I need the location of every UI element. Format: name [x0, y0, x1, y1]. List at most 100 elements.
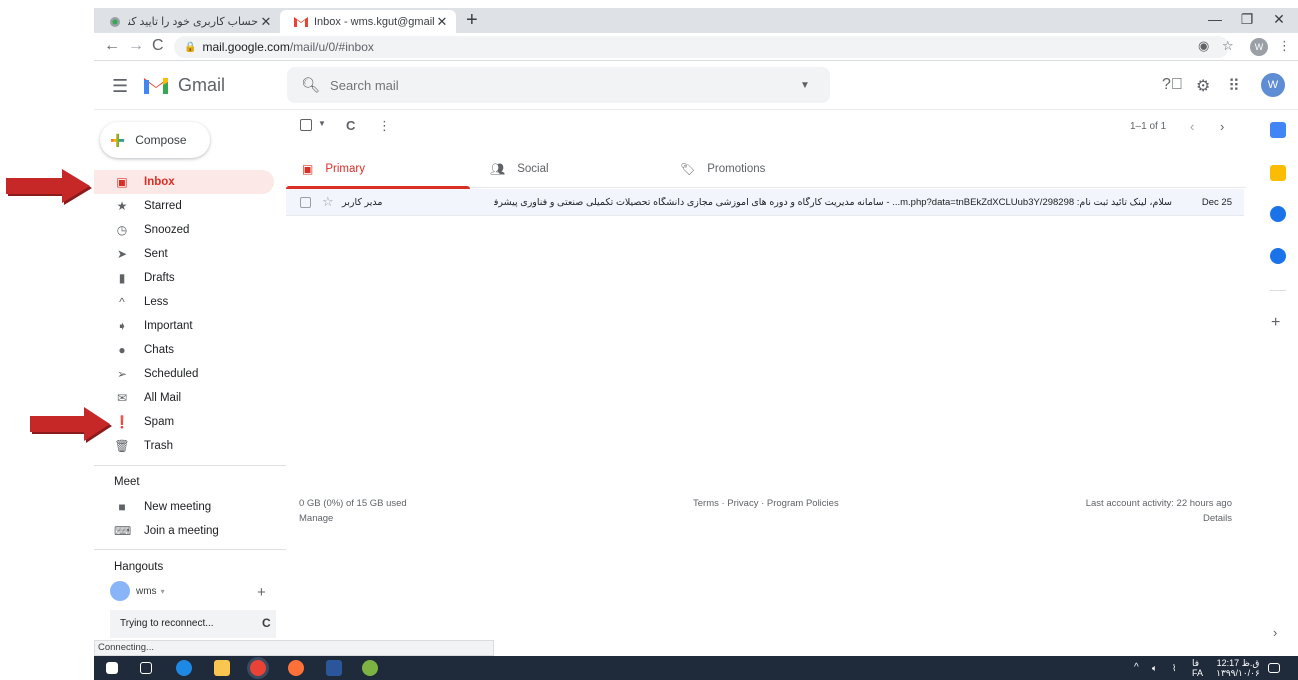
- refresh-icon[interactable]: C: [346, 118, 355, 133]
- settings-icon[interactable]: ⚙: [1196, 76, 1210, 96]
- browser-tab-inbox[interactable]: Inbox - wms.kgut@gmail.com - ( ✕: [280, 10, 456, 33]
- row-checkbox[interactable]: [300, 197, 311, 208]
- people-icon: 👥︎: [490, 162, 506, 176]
- hangouts-user[interactable]: wms ▾: [110, 581, 165, 601]
- window-close-icon[interactable]: ✕: [1264, 8, 1294, 30]
- keep-icon[interactable]: [1270, 165, 1286, 181]
- sidebar-item-drafts[interactable]: ▮ Drafts: [94, 266, 274, 290]
- sidebar-item-label: Spam: [144, 416, 175, 428]
- calendar-icon[interactable]: [1270, 122, 1286, 138]
- network-icon[interactable]: ⌇: [1172, 663, 1176, 673]
- account-avatar[interactable]: W: [1261, 73, 1285, 97]
- language-indicator[interactable]: فا FA: [1192, 658, 1203, 678]
- older-icon[interactable]: ›: [1220, 119, 1224, 134]
- sidebar-item-trash[interactable]: 🗑︎ Trash: [94, 434, 274, 458]
- tab-close-icon[interactable]: ✕: [434, 14, 450, 30]
- table-row[interactable]: ☆ مدیر کاربر سلام، لینک تائید ثبت نام: m…: [286, 189, 1244, 216]
- search-box: 🔍︎ ▼: [287, 67, 830, 103]
- sidebar-item-important[interactable]: ➧ Important: [94, 314, 274, 338]
- details-link[interactable]: Details: [1060, 511, 1232, 526]
- add-addon-icon[interactable]: +: [1271, 314, 1280, 332]
- compose-label: Compose: [135, 133, 187, 147]
- word-icon[interactable]: [326, 660, 342, 676]
- tag-icon: 🏷︎: [680, 162, 696, 176]
- app-icon[interactable]: [362, 660, 378, 676]
- url-path: /mail/u/0/#inbox: [289, 40, 374, 54]
- storage-text: 0 GB (0%) of 15 GB used: [299, 498, 407, 509]
- windows-start-icon[interactable]: [106, 662, 118, 674]
- sidebar-item-label: Important: [144, 320, 193, 332]
- volume-icon[interactable]: 🔈︎: [1152, 663, 1157, 673]
- task-view-icon[interactable]: [140, 662, 152, 674]
- add-contact-icon[interactable]: +: [257, 584, 266, 601]
- search-input[interactable]: [330, 77, 791, 93]
- refresh-icon[interactable]: C: [262, 616, 271, 630]
- notification-icon[interactable]: [1268, 663, 1280, 673]
- pagination-text: 1–1 of 1: [1130, 121, 1167, 132]
- new-tab-button[interactable]: +: [466, 10, 478, 30]
- star-icon[interactable]: ☆: [322, 194, 334, 210]
- contacts-icon[interactable]: [1270, 248, 1286, 264]
- sidebar-item-less[interactable]: ^ Less: [94, 290, 274, 314]
- newer-icon[interactable]: ‹: [1190, 119, 1194, 134]
- reconnect-text: Trying to reconnect...: [120, 618, 214, 629]
- join-meeting-item[interactable]: ⌨ Join a meeting: [94, 519, 274, 543]
- sidebar-item-scheduled[interactable]: ➢ Scheduled: [94, 362, 274, 386]
- browser-menu-icon[interactable]: ⋮: [1278, 38, 1291, 54]
- search-icon[interactable]: 🔍︎: [301, 76, 320, 94]
- firefox-icon[interactable]: [288, 660, 304, 676]
- more-options-icon[interactable]: ⋮: [378, 118, 391, 134]
- url-field[interactable]: 🔒 mail.google.com /mail/u/0/#inbox: [174, 36, 1229, 58]
- tab-close-icon[interactable]: ✕: [258, 14, 274, 30]
- sidebar-divider: [94, 465, 286, 466]
- restore-icon[interactable]: ❐: [1232, 8, 1262, 30]
- tab-social[interactable]: 👥︎ Social: [474, 150, 658, 188]
- tab-primary[interactable]: ▣ Primary: [286, 150, 470, 189]
- sidebar-item-inbox[interactable]: ▣ Inbox: [94, 170, 274, 194]
- reload-icon[interactable]: C: [152, 37, 164, 55]
- apps-icon[interactable]: ⠿: [1228, 76, 1240, 96]
- email-subject: سلام، لینک تائید ثبت نام: m.php?data=tnB…: [494, 197, 1172, 208]
- new-meeting-label: New meeting: [144, 501, 212, 513]
- select-all-checkbox[interactable]: [300, 119, 312, 131]
- search-options-icon[interactable]: ▼: [800, 80, 810, 91]
- sidebar-item-label: Scheduled: [144, 368, 199, 380]
- back-icon[interactable]: ←: [104, 37, 120, 55]
- eye-icon[interactable]: ◉: [1198, 38, 1209, 54]
- sidebar-item-starred[interactable]: ★ Starred: [94, 194, 274, 218]
- forward-icon[interactable]: →: [128, 37, 144, 55]
- bookmark-star-icon[interactable]: ☆: [1222, 38, 1234, 54]
- gmail-logo[interactable]: Gmail: [142, 74, 225, 96]
- policy-links[interactable]: Terms · Privacy · Program Policies: [693, 496, 839, 511]
- compose-button[interactable]: + Compose: [100, 122, 210, 158]
- sidebar-divider: [94, 549, 286, 550]
- edge-icon[interactable]: [176, 660, 192, 676]
- help-icon[interactable]: ?⃝: [1162, 76, 1183, 94]
- minimize-icon[interactable]: —: [1200, 8, 1230, 30]
- mail-icon: ✉: [116, 391, 128, 405]
- tray-chevron-icon[interactable]: ^: [1134, 663, 1139, 673]
- tasks-icon[interactable]: [1270, 206, 1286, 222]
- browser-tab-verify[interactable]: حساب کاربری خود را تایید کنید ✕: [94, 10, 280, 33]
- sidebar-item-all-mail[interactable]: ✉ All Mail: [94, 386, 274, 410]
- tab-promotions[interactable]: 🏷︎ Promotions: [664, 150, 848, 188]
- main-menu-icon[interactable]: ☰: [112, 76, 128, 97]
- manage-link[interactable]: Manage: [299, 511, 407, 526]
- sidebar-item-spam[interactable]: ❗ Spam: [94, 410, 274, 434]
- sidebar-item-sent[interactable]: ➤ Sent: [94, 242, 274, 266]
- join-meeting-label: Join a meeting: [144, 525, 219, 537]
- new-meeting-item[interactable]: ■ New meeting: [94, 495, 274, 519]
- policy-links-text: Terms · Privacy · Program Policies: [693, 498, 839, 509]
- expand-panel-icon[interactable]: ›: [1273, 625, 1277, 640]
- browser-profile-avatar[interactable]: W: [1250, 38, 1268, 56]
- file-explorer-icon[interactable]: [214, 660, 230, 676]
- panel-divider: [1270, 290, 1286, 291]
- clock[interactable]: 12:17 ق.ظ ۱۳۹۹/۱۰/۰۶: [1214, 658, 1262, 678]
- sidebar-item-chats[interactable]: ● Chats: [94, 338, 274, 362]
- chrome-icon[interactable]: [250, 660, 266, 676]
- sidebar-item-snoozed[interactable]: ◷ Snoozed: [94, 218, 274, 242]
- sidebar-item-label: All Mail: [144, 392, 182, 404]
- mail-toolbar: ▼ C ⋮ 1–1 of 1 ‹ ›: [300, 118, 1244, 138]
- tab-label: Promotions: [707, 163, 766, 175]
- select-dropdown-icon[interactable]: ▼: [318, 119, 326, 128]
